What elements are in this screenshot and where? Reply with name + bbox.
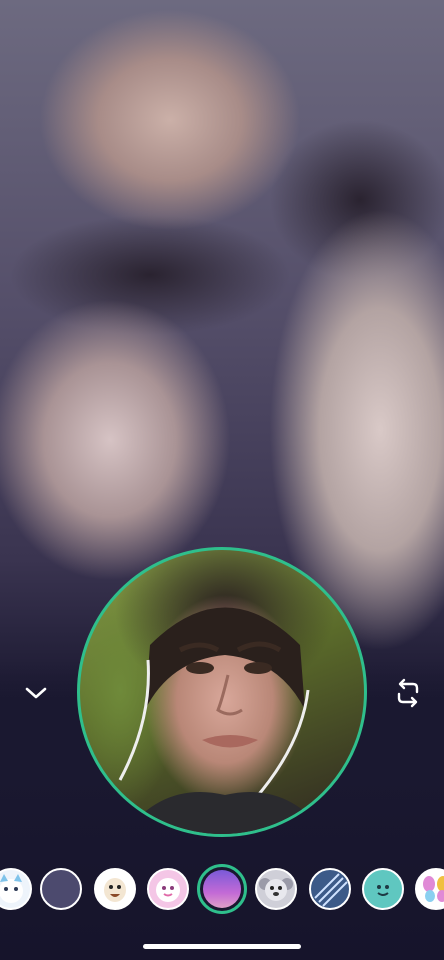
camera-flip-icon xyxy=(397,678,419,708)
filter-pink-face[interactable] xyxy=(147,868,189,910)
filter-teal-smile[interactable] xyxy=(362,868,404,910)
stripes-filter-icon xyxy=(314,873,348,907)
teal-smile-filter-icon xyxy=(377,885,389,896)
koala-filter-icon xyxy=(259,878,293,901)
filter-bird[interactable] xyxy=(94,868,136,910)
cat-filter-icon xyxy=(0,874,23,903)
filter-koala[interactable] xyxy=(255,868,297,910)
home-indicator[interactable] xyxy=(143,944,301,949)
filter-purple-gradient[interactable] xyxy=(197,864,247,914)
collapse-button[interactable] xyxy=(20,677,52,709)
flip-camera-button[interactable] xyxy=(392,676,424,710)
filter-plain[interactable] xyxy=(40,868,82,910)
self-preview-face xyxy=(118,607,326,834)
filter-butterfly[interactable] xyxy=(415,868,444,910)
filter-cat[interactable] xyxy=(0,868,32,910)
filter-carousel[interactable] xyxy=(0,864,444,914)
chevron-down-icon xyxy=(25,687,47,699)
pink-face-filter-icon xyxy=(156,878,180,902)
self-camera-preview[interactable] xyxy=(77,547,367,837)
butterfly-filter-icon xyxy=(423,876,444,902)
purple-gradient-filter-icon xyxy=(203,870,241,908)
video-call-screen xyxy=(0,0,444,960)
filter-stripes[interactable] xyxy=(309,868,351,910)
bird-filter-icon xyxy=(104,878,126,902)
